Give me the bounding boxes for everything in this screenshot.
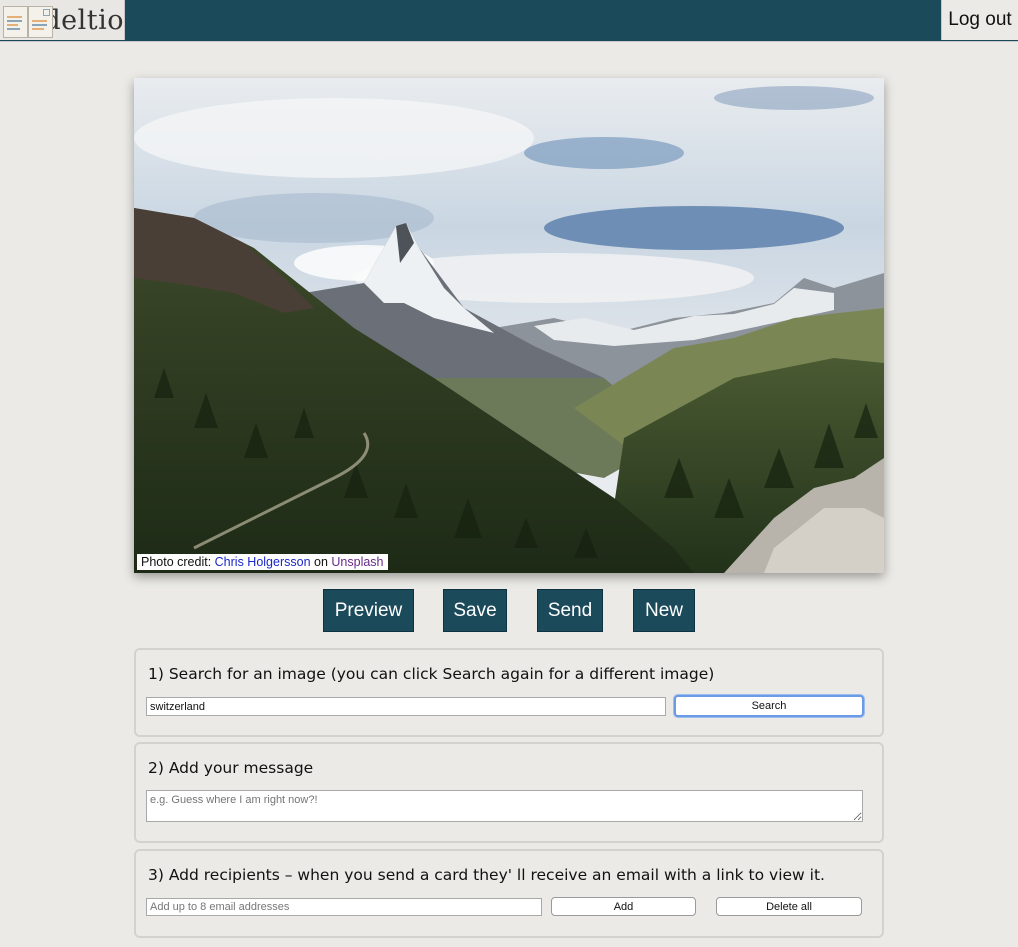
message-panel-title: 2) Add your message	[148, 759, 314, 777]
search-input[interactable]: switzerland	[146, 697, 666, 716]
photo-credit: Photo credit: Chris Holgersson on Unspla…	[137, 554, 388, 570]
preview-button[interactable]: Preview	[323, 589, 414, 632]
add-recipient-button[interactable]: Add	[551, 897, 696, 916]
search-panel-title: 1) Search for an image (you can click Se…	[148, 665, 715, 683]
save-button[interactable]: Save	[443, 589, 507, 632]
recipients-panel: 3) Add recipients – when you send a card…	[134, 849, 884, 938]
postcard-image: Photo credit: Chris Holgersson on Unspla…	[134, 78, 884, 573]
recipients-input[interactable]: Add up to 8 email addresses	[146, 898, 542, 916]
logo[interactable]: deltio	[0, 0, 125, 40]
search-button[interactable]: Search	[674, 695, 864, 717]
logout-button[interactable]: Log out	[941, 0, 1018, 40]
message-textarea[interactable]	[146, 790, 863, 822]
new-button[interactable]: New	[633, 589, 695, 632]
message-panel: 2) Add your message	[134, 742, 884, 843]
top-bar: deltio Log out	[0, 0, 1018, 42]
recipients-placeholder: Add up to 8 email addresses	[150, 901, 290, 913]
send-button[interactable]: Send	[537, 589, 603, 632]
credit-prefix: Photo credit:	[141, 555, 215, 569]
app-name: deltio	[43, 4, 124, 36]
search-panel: 1) Search for an image (you can click Se…	[134, 648, 884, 737]
delete-all-button[interactable]: Delete all	[716, 897, 862, 916]
credit-middle: on	[310, 555, 332, 569]
credit-unsplash-link[interactable]: Unsplash	[331, 555, 383, 569]
postcard-icon	[2, 2, 53, 38]
credit-author-link[interactable]: Chris Holgersson	[215, 555, 311, 569]
recipients-panel-title: 3) Add recipients – when you send a card…	[148, 866, 825, 884]
